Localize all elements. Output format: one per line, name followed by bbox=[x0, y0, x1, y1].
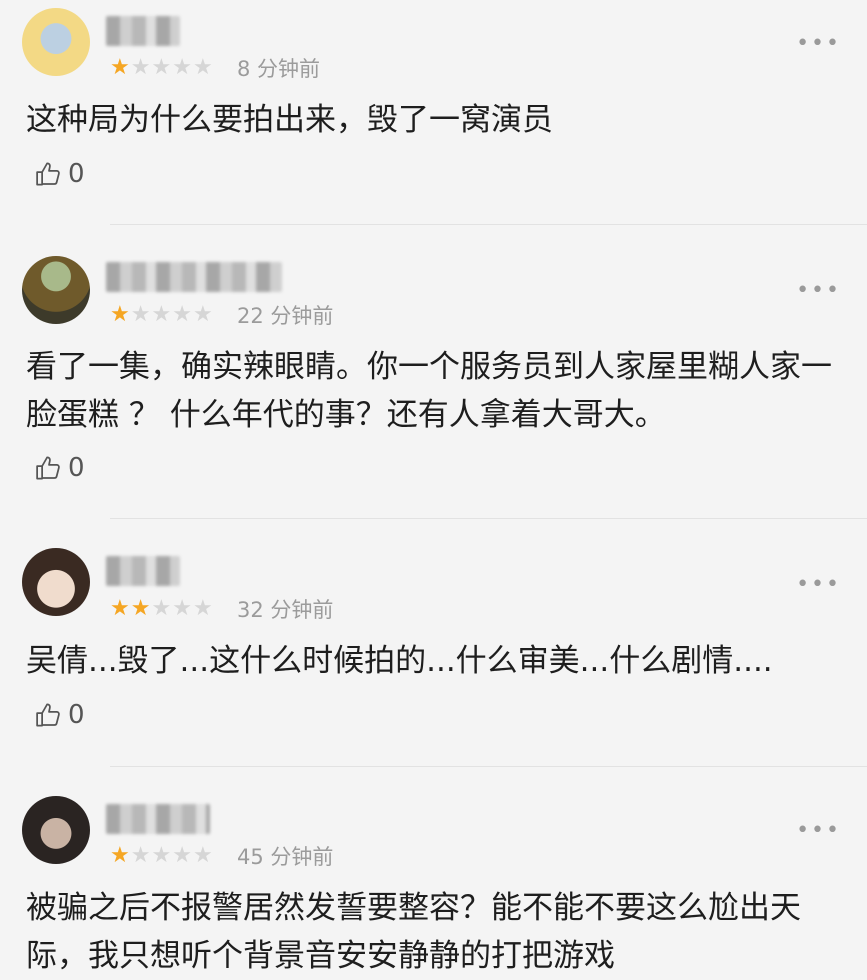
star-empty-icon: ★ bbox=[130, 843, 152, 868]
rating-stars: ★★★★★ bbox=[110, 845, 214, 867]
star-empty-icon: ★ bbox=[172, 55, 193, 80]
thumbs-up-icon bbox=[36, 703, 60, 727]
review-text: 吴倩...毁了...这什么时候拍的...什么审美...什么剧情.... bbox=[26, 643, 773, 679]
thumbs-up-icon bbox=[36, 456, 60, 480]
divider bbox=[110, 224, 867, 225]
username-blurred[interactable] bbox=[106, 262, 282, 292]
star-empty-icon: ★ bbox=[192, 596, 214, 621]
review-text: 这种局为什么要拍出来，毁了一窝演员 bbox=[26, 102, 553, 138]
like-button[interactable]: 0 bbox=[34, 156, 85, 192]
username-blurred[interactable] bbox=[106, 556, 180, 586]
avatar[interactable] bbox=[22, 796, 90, 864]
star-empty-icon: ★ bbox=[192, 302, 214, 327]
star-empty-icon: ★ bbox=[130, 302, 152, 327]
like-count: 0 bbox=[68, 159, 85, 189]
star-empty-icon: ★ bbox=[172, 302, 193, 327]
rating-stars: ★★★★★ bbox=[110, 57, 214, 79]
star-empty-icon: ★ bbox=[130, 55, 152, 80]
star-filled-icon: ★ bbox=[110, 302, 131, 327]
rating-stars: ★★★★★ bbox=[110, 304, 214, 326]
more-options-button[interactable]: ••• bbox=[796, 280, 841, 302]
more-options-button[interactable]: ••• bbox=[796, 820, 841, 842]
star-filled-icon: ★ bbox=[110, 843, 131, 868]
thumbs-up-icon bbox=[36, 162, 60, 186]
like-button[interactable]: 0 bbox=[34, 697, 85, 733]
timestamp: 32 分钟前 bbox=[237, 598, 334, 622]
star-empty-icon: ★ bbox=[151, 843, 173, 868]
review-feed: ★★★★★ 8 分钟前 ••• 这种局为什么要拍出来，毁了一窝演员 0 ★★★★… bbox=[0, 0, 867, 974]
star-empty-icon: ★ bbox=[151, 302, 173, 327]
like-count: 0 bbox=[68, 700, 85, 730]
star-empty-icon: ★ bbox=[192, 843, 214, 868]
more-options-button[interactable]: ••• bbox=[796, 574, 841, 596]
star-filled-icon: ★ bbox=[110, 55, 131, 80]
like-count: 0 bbox=[68, 453, 85, 483]
star-empty-icon: ★ bbox=[172, 596, 193, 621]
star-filled-icon: ★ bbox=[130, 596, 152, 621]
review-text: 被骗之后不报警居然发誓要整容？能不能不要这么尬出天际，我只想听个背景音安安静静的… bbox=[26, 890, 801, 974]
divider bbox=[110, 518, 867, 519]
star-empty-icon: ★ bbox=[151, 596, 173, 621]
timestamp: 22 分钟前 bbox=[237, 304, 334, 328]
more-options-button[interactable]: ••• bbox=[796, 33, 841, 55]
username-blurred[interactable] bbox=[106, 16, 180, 46]
timestamp: 8 分钟前 bbox=[237, 57, 321, 81]
star-empty-icon: ★ bbox=[172, 843, 193, 868]
rating-stars: ★★★★★ bbox=[110, 598, 214, 620]
username-blurred[interactable] bbox=[106, 804, 210, 834]
avatar[interactable] bbox=[22, 256, 90, 324]
star-filled-icon: ★ bbox=[110, 596, 131, 621]
star-empty-icon: ★ bbox=[192, 55, 214, 80]
avatar[interactable] bbox=[22, 548, 90, 616]
review-text: 看了一集，确实辣眼睛。你一个服务员到人家屋里糊人家一脸蛋糕 ？ 什么年代的事？还… bbox=[26, 349, 832, 433]
avatar[interactable] bbox=[22, 8, 90, 76]
like-button[interactable]: 0 bbox=[34, 450, 85, 486]
star-empty-icon: ★ bbox=[151, 55, 173, 80]
divider bbox=[110, 766, 867, 767]
timestamp: 45 分钟前 bbox=[237, 845, 334, 869]
